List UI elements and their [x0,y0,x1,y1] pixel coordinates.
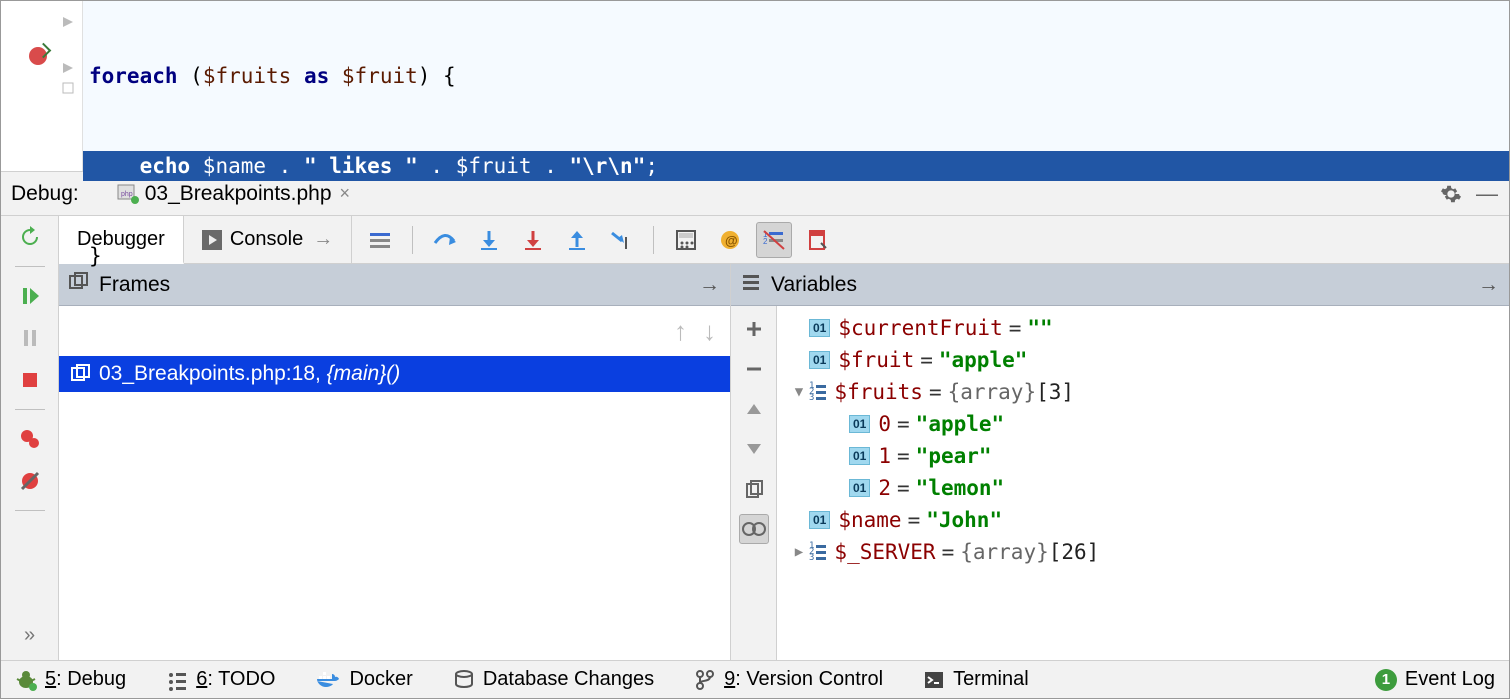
event-count-badge: 1 [1375,669,1397,691]
svg-text:php: php [121,191,133,198]
status-event-log[interactable]: 1 Event Log [1375,668,1495,691]
variable-row[interactable]: ▼123$fruits = {array} [3] [777,376,1509,408]
expand-toolbar-icon[interactable]: » [15,620,45,650]
array-badge-icon: 123 [809,543,826,561]
status-bar: 5: Debug 6: TODO Docker Database Changes… [1,660,1509,698]
debug-label: Debug: [11,182,79,206]
variable-row[interactable]: 010 = "apple" [777,408,1509,440]
debug-vertical-toolbar: » [1,216,59,660]
status-docker[interactable]: Docker [315,668,412,691]
scalar-badge-icon: 01 [849,479,870,497]
status-debug[interactable]: 5: Debug [15,668,126,691]
frame-row[interactable]: 03_Breakpoints.php:18, {main}() [59,356,730,392]
variables-tree[interactable]: 01$currentFruit = ""01$fruit = "apple"▼1… [777,306,1509,660]
scalar-badge-icon: 01 [809,351,830,369]
code-line-current: echo $name . " likes " . $fruit . "\r\n"… [83,151,1509,181]
resume-button[interactable] [15,281,45,311]
variable-count: [26] [1049,540,1100,564]
show-watches-button[interactable] [739,514,769,544]
variable-value: "pear" [916,444,992,468]
scalar-badge-icon: 01 [849,415,870,433]
variable-name: $fruit [838,348,914,372]
variable-name: 2 [878,476,891,500]
variable-type: {array} [948,380,1037,404]
scalar-badge-icon: 01 [849,447,870,465]
variable-value: "John" [926,508,1002,532]
move-down-button[interactable] [739,434,769,464]
fold-mid-icon[interactable] [61,61,75,75]
variable-name: $name [838,508,901,532]
variable-row[interactable]: 01$name = "John" [777,504,1509,536]
status-todo[interactable]: 6: TODO [166,668,275,691]
variable-count: [3] [1036,380,1074,404]
variable-row[interactable]: 012 = "lemon" [777,472,1509,504]
status-database-changes[interactable]: Database Changes [453,668,654,691]
variable-value: "apple" [916,412,1005,436]
frames-list[interactable]: 03_Breakpoints.php:18, {main}() [59,356,730,660]
variables-body: 01$currentFruit = ""01$fruit = "apple"▼1… [731,306,1509,660]
variable-row[interactable]: 01$fruit = "apple" [777,344,1509,376]
variable-name: 1 [878,444,891,468]
editor-gutter [1,1,83,171]
remove-watch-button[interactable] [739,354,769,384]
variable-row[interactable]: 011 = "pear" [777,440,1509,472]
pause-button[interactable] [15,323,45,353]
docker-icon [315,669,341,691]
code-area[interactable]: foreach ($fruits as $fruit) { echo $name… [83,1,1509,171]
code-line: foreach ($fruits as $fruit) { [83,61,1509,91]
fold-start-icon[interactable] [61,15,75,29]
app-root: foreach ($fruits as $fruit) { echo $name… [0,0,1510,699]
variable-name: $_SERVER [834,540,935,564]
rerun-button[interactable] [15,222,45,252]
copy-button[interactable] [739,474,769,504]
move-up-button[interactable] [739,394,769,424]
array-badge-icon: 123 [809,383,826,401]
status-version-control[interactable]: 9: Version Control [694,668,883,691]
code-editor[interactable]: foreach ($fruits as $fruit) { echo $name… [1,1,1509,171]
view-breakpoints-button[interactable] [15,424,45,454]
php-file-icon: php [117,184,139,204]
status-terminal[interactable]: Terminal [923,668,1029,691]
todo-icon [166,669,188,691]
variable-name: 0 [878,412,891,436]
scalar-badge-icon: 01 [809,511,830,529]
database-icon [453,669,475,691]
terminal-icon [923,669,945,691]
stop-button[interactable] [15,365,45,395]
variable-row[interactable]: ▶123$_SERVER = {array} [26] [777,536,1509,568]
fold-end-icon[interactable] [61,81,75,95]
variables-toolbar [731,306,777,660]
breakpoint-icon[interactable] [29,47,47,65]
expand-toggle-icon[interactable]: ▶ [789,544,809,560]
variable-name: $fruits [834,380,923,404]
expand-toggle-icon[interactable]: ▼ [789,384,809,400]
mute-breakpoints-button[interactable] [15,466,45,496]
code-line: } [83,241,1509,271]
variable-value: "lemon" [916,476,1005,500]
variable-value: "apple" [939,348,1028,372]
bug-icon [15,669,37,691]
branch-icon [694,669,716,691]
variable-type: {array} [960,540,1049,564]
